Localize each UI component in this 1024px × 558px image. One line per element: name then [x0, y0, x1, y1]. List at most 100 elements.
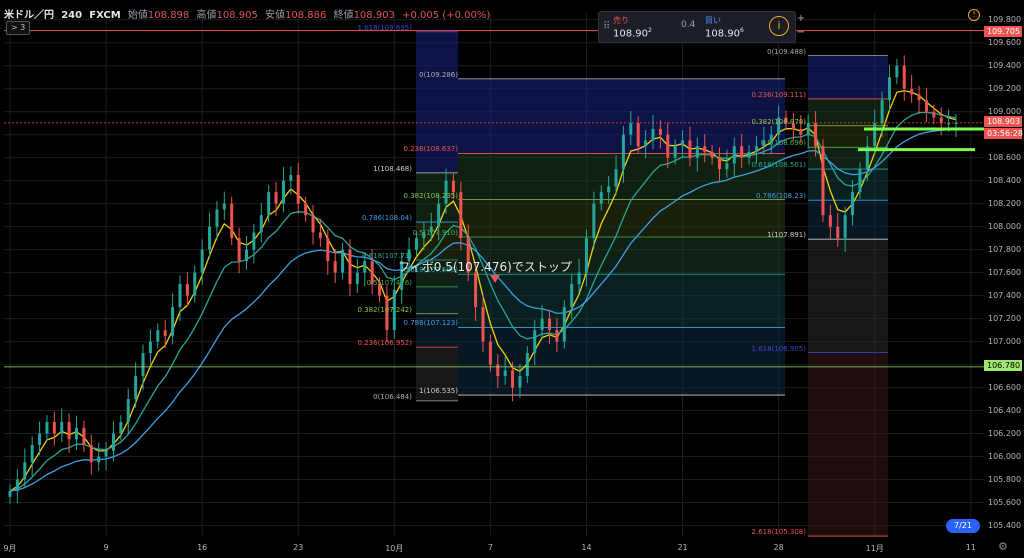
fib-level-label: 0.786(107.123): [403, 319, 458, 328]
sell-button[interactable]: 売り 108.902: [613, 15, 671, 39]
candle: [533, 330, 537, 354]
alert-icon[interactable]: !: [968, 9, 980, 21]
candle: [245, 249, 248, 262]
trade-panel: ⠿ 売り 108.902 0.4 買い 108.906 i: [598, 11, 796, 43]
fib-level-label: 0.382(108.878): [751, 117, 806, 126]
price-tick-label: 107.800: [988, 244, 1022, 254]
candle: [858, 169, 862, 193]
candle: [902, 65, 906, 89]
price-tick-label: 106.400: [988, 405, 1022, 415]
buy-price: 108.90: [705, 28, 740, 40]
candle: [599, 192, 603, 204]
fib-zone-right: [808, 55, 888, 99]
candle: [828, 215, 832, 227]
price-tick-label: 106.200: [988, 428, 1022, 438]
zoom-in-button[interactable]: +: [796, 12, 806, 26]
candle: [326, 238, 330, 262]
candle: [89, 445, 93, 463]
candle: [666, 134, 670, 158]
sell-price-pip: 2: [648, 27, 652, 34]
candle: [843, 215, 847, 239]
candle: [747, 151, 751, 158]
price-tag-countdown: 03:56:28: [984, 128, 1023, 139]
candle: [474, 272, 478, 308]
fib-level-label: 0(109.286): [419, 70, 458, 79]
buy-label: 買い: [705, 16, 721, 25]
open-label: 始値: [127, 10, 148, 21]
candle: [947, 123, 951, 125]
candle: [15, 479, 19, 492]
collapse-indicators-button[interactable]: > 3: [6, 21, 30, 35]
price-tick-label: 108.000: [988, 221, 1022, 231]
candle: [60, 422, 64, 434]
candle: [821, 146, 825, 216]
price-chart[interactable]: [0, 0, 1024, 558]
candle: [341, 249, 345, 273]
symbol-name[interactable]: 米ドル／円: [4, 10, 54, 21]
price-tick-label: 109.600: [988, 37, 1022, 47]
candle: [363, 261, 367, 273]
candle: [725, 163, 729, 170]
candle: [185, 284, 189, 296]
candle: [259, 215, 263, 233]
gear-icon[interactable]: ⚙: [998, 540, 1008, 553]
candle: [718, 157, 721, 170]
candle: [710, 151, 714, 158]
candle: [52, 422, 56, 434]
candle: [178, 284, 182, 308]
candle: [511, 370, 515, 388]
stop-annotation[interactable]: フィボ0.5(107.476)でストップ: [398, 258, 572, 275]
candle: [799, 128, 803, 135]
fib-zone-right: [808, 200, 888, 240]
info-icon[interactable]: i: [769, 16, 789, 36]
fib-level-label: 0.236(106.952): [357, 339, 412, 348]
price-tick-label: 108.200: [988, 198, 1022, 208]
candle: [200, 249, 204, 273]
time-tick-label: 14: [581, 543, 592, 552]
candle: [703, 146, 707, 152]
sell-label: 売り: [613, 16, 629, 25]
timeframe[interactable]: 240: [61, 10, 82, 21]
candle: [267, 192, 271, 216]
time-tick-label: 11月: [865, 544, 884, 553]
candle: [570, 284, 574, 308]
fib-level-label: 0(109.488): [767, 47, 806, 56]
close-label: 終値: [333, 10, 354, 21]
price-tick-label: 106.600: [988, 382, 1022, 392]
price-tick-label: 107.200: [988, 313, 1022, 323]
drag-handle-icon[interactable]: ⠿: [603, 21, 610, 32]
close-value: 108.903: [353, 10, 395, 21]
candle: [459, 192, 463, 239]
candle: [30, 445, 34, 463]
candle: [134, 376, 138, 400]
candle: [237, 238, 241, 262]
candle: [451, 180, 455, 193]
candle: [732, 146, 736, 164]
zoom-out-button[interactable]: −: [796, 26, 806, 40]
fib-level-label: 0.618(108.501): [751, 161, 806, 170]
candle: [82, 427, 86, 446]
fib-zone-mid: [458, 327, 785, 396]
time-tick-label: 23: [293, 543, 304, 552]
price-tag-current: 108.903: [984, 116, 1022, 127]
fib-zone-right: [808, 98, 888, 126]
time-tick-label: 9月: [3, 544, 17, 553]
candle: [658, 128, 662, 135]
fib-level-label: 2.618(105.308): [751, 528, 806, 537]
candle: [38, 433, 42, 446]
candle: [525, 353, 529, 377]
price-tick-label: 107.400: [988, 290, 1022, 300]
tradingview-logo[interactable]: 7/21: [946, 519, 980, 533]
candle: [45, 422, 49, 434]
candle: [289, 174, 293, 181]
fib-level-label: 0.786(108.23): [756, 192, 806, 201]
candle: [636, 123, 640, 147]
candle: [75, 427, 79, 440]
buy-button[interactable]: 買い 108.906: [705, 15, 763, 39]
zoom-controls: + −: [796, 12, 806, 40]
buy-price-pip: 6: [740, 27, 744, 34]
candle: [910, 88, 914, 95]
candle: [311, 215, 315, 233]
candle: [8, 491, 12, 497]
candle: [414, 238, 418, 250]
